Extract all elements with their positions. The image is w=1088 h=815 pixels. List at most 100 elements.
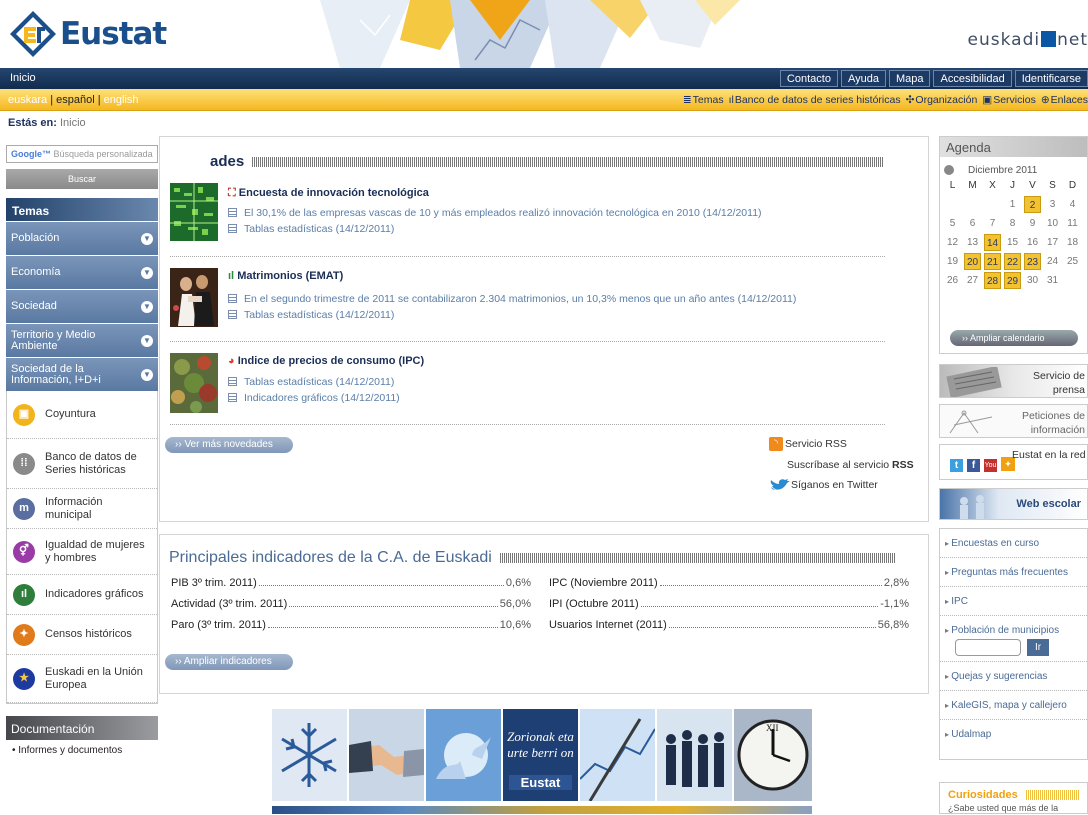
tema-economia[interactable]: Economía ▼ [6, 255, 158, 289]
tool-euskadi-ue[interactable]: ★ Euskadi en la Unión Europea [7, 655, 157, 703]
lang-espanol-link[interactable]: español [56, 94, 95, 106]
go-button[interactable]: Ir [1027, 639, 1049, 656]
section-enlaces-link[interactable]: ⊕Enlaces [1041, 94, 1088, 106]
hands-globe-image[interactable] [426, 709, 501, 801]
gender-icon: ⚥ [13, 540, 35, 563]
calendar-day[interactable]: 20 [964, 253, 981, 270]
tema-territorio[interactable]: Territorio y Medio Ambiente ▼ [6, 323, 158, 357]
nav-home-link[interactable]: Inicio [10, 72, 36, 84]
temas-menu: Temas Población ▼ Economía ▼ Sociedad ▼ Ter… [6, 198, 158, 391]
tool-censos[interactable]: ✦ Censos históricos [7, 615, 157, 655]
docs-item[interactable]: • Informes y documentos [12, 745, 152, 756]
news-link[interactable]: El 30,1% de las empresas vascas de 10 y … [228, 207, 762, 219]
indicator-label: IPI (Octubre 2011) [549, 598, 639, 610]
news-link[interactable]: Indicadores gráficos (14/12/2011) [228, 392, 400, 404]
tool-banco-datos[interactable]: ⁞⁞ Banco de datos de Series históricas [7, 439, 157, 489]
twitter-link[interactable]: Síganos en Twitter [769, 477, 878, 493]
news-title-link[interactable]: ⛶ Encuesta de innovación tecnológica [228, 187, 429, 200]
lang-english-link[interactable]: english [104, 94, 139, 106]
prensa-line1: Servicio de [1033, 370, 1085, 382]
section-organizacion-link[interactable]: ✣Organización [906, 94, 978, 106]
section-banco-link[interactable]: ılBanco de datos de series históricas [729, 94, 901, 106]
tool-coyuntura[interactable]: ▣ Coyuntura [7, 391, 157, 439]
indicator-row[interactable]: Paro (3º trim. 2011) 10,6% [171, 619, 531, 631]
news-link[interactable]: En el segundo trimestre de 2011 se conta… [228, 293, 796, 305]
calendar-day[interactable]: 23 [1024, 253, 1041, 270]
prev-month-icon[interactable] [944, 165, 954, 175]
nav-ayuda-link[interactable]: Ayuda [840, 70, 886, 87]
news-title-link[interactable]: ıl Matrimonios (EMAT) [228, 270, 343, 282]
nav-mapa-link[interactable]: Mapa [888, 70, 931, 87]
news-title-link[interactable]: ◕ Indice de precios de consumo (IPC) [228, 355, 424, 367]
people-silhouettes-image[interactable] [657, 709, 732, 801]
dotted-leader [640, 606, 879, 607]
calendar-day: 19 [946, 256, 959, 267]
link-ipc[interactable]: IPC [940, 587, 1087, 616]
search-input[interactable]: Google™ Búsqueda personalizada [6, 145, 158, 163]
novedades-panel: ades ⛶ Encuesta de innovación tecnológic… [159, 136, 929, 522]
snowflake-image[interactable] [272, 709, 347, 801]
chevron-down-icon: ▼ [141, 300, 153, 313]
lang-euskara-link[interactable]: euskara [8, 94, 47, 106]
news-link[interactable]: Tablas estadísticas (14/12/2011) [228, 223, 394, 235]
tool-igualdad[interactable]: ⚥ Igualdad de mujeres y hombres [7, 529, 157, 575]
clock-image[interactable]: XII [734, 709, 812, 801]
nav-contacto-link[interactable]: Contacto [779, 70, 838, 87]
calendar-day[interactable]: 29 [1004, 272, 1021, 289]
ampliar-calendario-button[interactable]: ›› Ampliar calendario [950, 330, 1078, 346]
calendar-day[interactable]: 14 [984, 234, 1001, 251]
municipio-input[interactable] [955, 639, 1021, 656]
curiosidades-text[interactable]: ¿Sabe usted que más de la [940, 801, 1087, 815]
facebook-icon[interactable]: f [967, 459, 980, 472]
ampliar-indicadores-button[interactable]: ›› Ampliar indicadores [165, 654, 293, 670]
breadcrumb-current[interactable]: Inicio [60, 117, 86, 129]
news-link[interactable]: Tablas estadísticas (14/12/2011) [228, 309, 394, 321]
dotted-leader [659, 585, 882, 586]
link-poblacion[interactable]: Población de municipios [951, 625, 1059, 636]
link-udalmap[interactable]: Udalmap [940, 720, 1087, 749]
servicio-prensa-banner[interactable]: Servicio de prensa [939, 364, 1088, 398]
link-encuestas[interactable]: Encuestas en curso [940, 529, 1087, 558]
nav-accesibilidad-link[interactable]: Accesibilidad [933, 70, 1012, 87]
section-servicios-link[interactable]: ▣Servicios [982, 94, 1036, 106]
greeting-card[interactable]: Zorionak eta urte berri on Eustat [503, 709, 578, 801]
chart-paper-image[interactable] [580, 709, 655, 801]
indicator-row[interactable]: IPI (Octubre 2011) -1,1% [549, 598, 909, 610]
peticiones-banner[interactable]: Peticiones de información [939, 404, 1088, 438]
indicator-row[interactable]: IPC (Noviembre 2011) 2,8% [549, 577, 909, 589]
lang-separator: | [47, 94, 57, 106]
link-preguntas[interactable]: Preguntas más frecuentes [940, 558, 1087, 587]
news-link[interactable]: Tablas estadísticas (14/12/2011) [228, 376, 394, 388]
eustat-logo[interactable]: Eustat [8, 6, 167, 62]
tema-poblacion[interactable]: Población ▼ [6, 221, 158, 255]
tema-sociedad-informacion[interactable]: Sociedad de la Información, I+D+i ▼ [6, 357, 158, 391]
rss-link[interactable]: ◝ Servicio RSS [769, 437, 847, 451]
tool-info-municipal[interactable]: m Información municipal [7, 489, 157, 529]
indicator-row[interactable]: PIB 3º trim. 2011) 0,6% [171, 577, 531, 589]
news-link-text: Tablas estadísticas (14/12/2011) [244, 309, 395, 321]
indicator-row[interactable]: Usuarios Internet (2011) 56,8% [549, 619, 909, 631]
calendar-day[interactable]: 22 [1004, 253, 1021, 270]
second-image-row-edge [272, 806, 812, 814]
calendar-day[interactable]: 21 [984, 253, 1001, 270]
social-label[interactable]: Eustat en la red [1012, 449, 1086, 461]
rss-subscribe-text[interactable]: Suscríbase al servicio RSS [787, 459, 914, 471]
web-escolar-banner[interactable]: Web escolar [939, 488, 1088, 520]
tool-label: Información municipal [45, 495, 103, 521]
calendar-day[interactable]: 2 [1024, 196, 1041, 213]
dotted-leader [668, 627, 876, 628]
calendar-day[interactable]: 28 [984, 272, 1001, 289]
section-temas-link[interactable]: ≣Temas [683, 94, 724, 106]
tool-indicadores-graficos[interactable]: ıl Indicadores gráficos [7, 575, 157, 615]
search-button[interactable]: Buscar [6, 169, 158, 189]
link-quejas[interactable]: Quejas y sugerencias [940, 662, 1087, 691]
nav-identificarse-link[interactable]: Identificarse [1014, 70, 1088, 87]
link-kalegis[interactable]: KaleGIS, mapa y callejero [940, 691, 1087, 720]
youtube-icon[interactable]: You [984, 459, 997, 472]
euskadinet-logo[interactable]: euskadi net [968, 30, 1088, 50]
tema-sociedad[interactable]: Sociedad ▼ [6, 289, 158, 323]
twitter-icon[interactable]: t [950, 459, 963, 472]
ver-mas-novedades-button[interactable]: ›› Ver más novedades [165, 437, 293, 453]
handshake-image[interactable] [349, 709, 424, 801]
indicator-row[interactable]: Actividad (3º trim. 2011) 56,0% [171, 598, 531, 610]
